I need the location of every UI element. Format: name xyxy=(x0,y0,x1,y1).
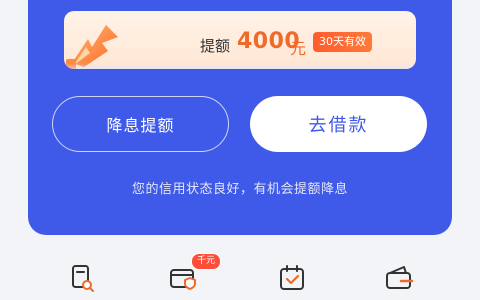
calendar-check-icon xyxy=(280,265,304,290)
reduce-interest-button[interactable]: 降息提额 xyxy=(52,96,229,152)
promo-label: 提额 xyxy=(200,37,231,55)
banner-bottom-edge xyxy=(64,63,416,69)
borrow-button[interactable]: 去借款 xyxy=(250,96,427,152)
promo-unit: 元 xyxy=(290,39,307,58)
quick-item-wallet[interactable] xyxy=(381,259,417,295)
validity-badge: 30天有效 xyxy=(313,32,372,52)
quick-item-card-badge: 千元 xyxy=(191,253,222,270)
credit-status-hint: 您的信用状态良好，有机会提额降息 xyxy=(131,182,348,197)
quick-menu xyxy=(0,255,480,300)
wallet-icon xyxy=(386,266,414,289)
rocket-arrow-icon xyxy=(66,25,118,69)
quick-item-calendar[interactable] xyxy=(274,259,310,295)
bill-search-icon xyxy=(72,265,94,292)
quick-item-bill[interactable] xyxy=(64,259,100,295)
credit-increase-banner[interactable]: 提额 4000 元 30天有效 xyxy=(64,11,416,69)
